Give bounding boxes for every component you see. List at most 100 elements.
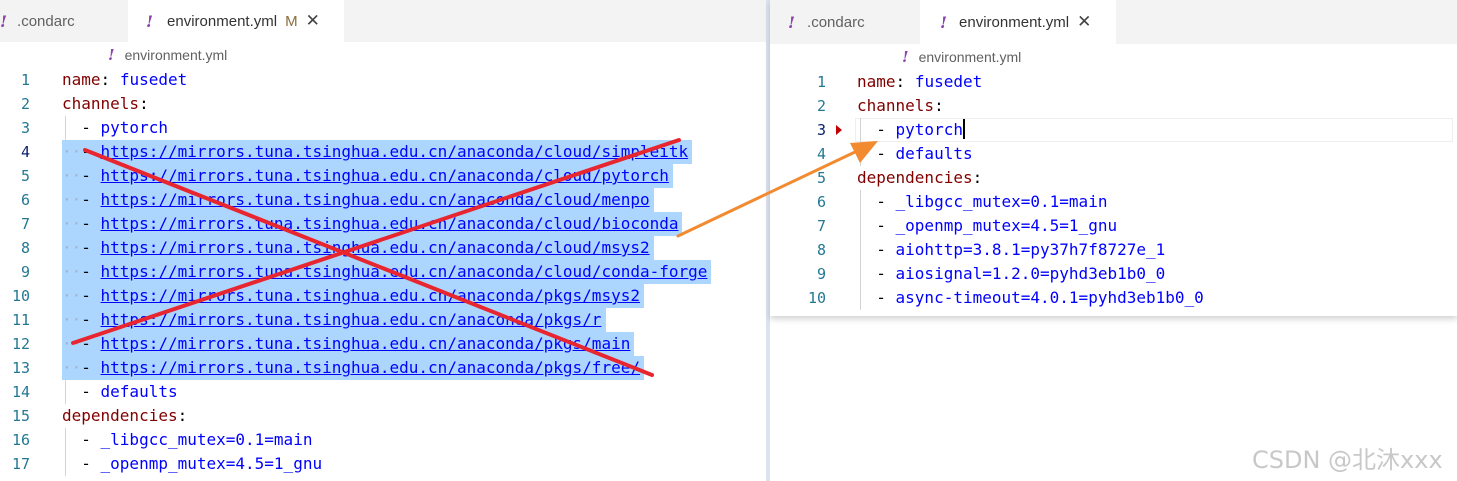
code-line[interactable]: 8 - aiohttp=3.8.1=py37h7f8727e_1 (770, 238, 1457, 262)
line-number: 11 (11, 311, 30, 329)
breakpoint-marker-icon[interactable] (836, 125, 842, 135)
code-line[interactable]: 1 name: fusedet (770, 70, 1457, 94)
code-line[interactable]: 17 - _openmp_mutex=4.5=1_gnu (0, 452, 766, 476)
tab-environment-yml[interactable]: ! environment.yml M ✕ (128, 0, 344, 42)
breadcrumb-filename: environment.yml (124, 47, 228, 63)
breadcrumb-filename: environment.yml (918, 49, 1022, 65)
line-number: 14 (11, 383, 30, 401)
tab-condarc[interactable]: ! .condarc (0, 0, 126, 42)
code-line[interactable]: 2 channels: (0, 92, 766, 116)
line-number: 3 (20, 119, 30, 137)
yaml-colon: : (972, 168, 983, 187)
code-line[interactable]: 7 - _openmp_mutex=4.5=1_gnu (770, 214, 1457, 238)
code-line[interactable]: 12 ··- https://mirrors.tuna.tsinghua.edu.… (0, 332, 766, 356)
list-dash: - (81, 334, 101, 353)
list-item-value: _libgcc_mutex=0.1=main (100, 430, 313, 449)
line-number: 6 (816, 193, 826, 211)
tab-environment-yml[interactable]: ! environment.yml ✕ (920, 0, 1116, 44)
code-line[interactable]: 8 ··- https://mirrors.tuna.tsinghua.edu.c… (0, 236, 766, 260)
list-item-value: _libgcc_mutex=0.1=main (895, 192, 1108, 211)
line-number: 17 (11, 455, 30, 473)
code-line[interactable]: 2 channels: (770, 94, 1457, 118)
close-icon[interactable]: ✕ (306, 11, 320, 31)
code-line[interactable]: 11 ··- https://mirrors.tuna.tsinghua.edu.… (0, 308, 766, 332)
watermark: CSDN @北沐xxx (1252, 446, 1443, 474)
code-line[interactable]: 9 - aiosignal=1.2.0=pyhd3eb1b0_0 (770, 262, 1457, 286)
code-line[interactable]: 7 ··- https://mirrors.tuna.tsinghua.edu.c… (0, 212, 766, 236)
yaml-key: channels (857, 96, 935, 115)
line-number: 13 (11, 359, 30, 377)
right-editor-pane: ! .condarc ! environment.yml ✕ ! environ… (770, 0, 1457, 316)
code-line[interactable]: 10 - async-timeout=4.0.1=pyhd3eb1b0_0 (770, 286, 1457, 310)
line-number: 16 (11, 431, 30, 449)
left-tab-bar: ! .condarc ! environment.yml M ✕ (0, 0, 766, 42)
code-line[interactable]: 5 dependencies: (770, 166, 1457, 190)
tab-label: environment.yml (167, 12, 278, 30)
code-line[interactable]: 3 - pytorch (770, 118, 1457, 142)
code-line[interactable]: 14 - defaults (0, 380, 766, 404)
code-line[interactable]: 10 ··- https://mirrors.tuna.tsinghua.edu.… (0, 284, 766, 308)
line-number: 15 (11, 407, 30, 425)
code-line[interactable]: 6 - _libgcc_mutex=0.1=main (770, 190, 1457, 214)
code-line[interactable]: 6 ··- https://mirrors.tuna.tsinghua.edu.c… (0, 188, 766, 212)
code-line[interactable]: 3 - pytorch (0, 116, 766, 140)
code-text: ··- https://mirrors.tuna.tsinghua.edu.cn… (62, 212, 679, 236)
whitespace-marker: ·· (62, 334, 82, 353)
yaml-colon: : (934, 96, 944, 115)
code-line[interactable]: 4 ··- https://mirrors.tuna.tsinghua.edu.c… (0, 140, 766, 164)
breadcrumb[interactable]: ! environment.yml (108, 46, 227, 64)
code-text: - _libgcc_mutex=0.1=main (857, 190, 1107, 214)
yaml-file-icon: ! (146, 11, 154, 31)
code-text: - _openmp_mutex=4.5=1_gnu (62, 452, 322, 476)
tab-condarc[interactable]: ! .condarc (770, 0, 920, 44)
code-line[interactable]: 15 dependencies: (0, 404, 766, 428)
list-dash: - (857, 144, 896, 163)
code-line[interactable]: 1 name: fusedet (0, 68, 766, 92)
code-line[interactable]: 13 ··- https://mirrors.tuna.tsinghua.edu.… (0, 356, 766, 380)
list-dash: - (857, 120, 896, 139)
left-code-editor[interactable]: 1 name: fusedet 2 channels: 3 - pytorch 4 ··- … (0, 68, 766, 481)
code-text: - async-timeout=4.0.1=pyhd3eb1b0_0 (857, 286, 1204, 310)
tab-label: environment.yml (959, 13, 1070, 31)
line-number: 12 (11, 335, 30, 353)
channel-url: https://mirrors.tuna.tsinghua.edu.cn/ana… (100, 166, 669, 185)
right-code-editor[interactable]: 1 name: fusedet 2 channels: 3 - pytorch 4 - d… (770, 70, 1457, 316)
list-item-value: pytorch (100, 118, 168, 137)
list-item-value: aiohttp=3.8.1=py37h7f8727e_1 (895, 240, 1166, 259)
code-line[interactable]: 5 ··- https://mirrors.tuna.tsinghua.edu.c… (0, 164, 766, 188)
list-dash: - (62, 382, 101, 401)
list-dash: - (62, 454, 101, 473)
line-number: 4 (20, 143, 30, 161)
code-line[interactable]: 9 ··- https://mirrors.tuna.tsinghua.edu.c… (0, 260, 766, 284)
line-number: 5 (816, 169, 826, 187)
code-line[interactable]: 4 - defaults (770, 142, 1457, 166)
code-text: - aiohttp=3.8.1=py37h7f8727e_1 (857, 238, 1165, 262)
list-dash: - (81, 190, 101, 209)
line-number: 10 (807, 289, 826, 307)
close-icon[interactable]: ✕ (1077, 12, 1091, 32)
line-number: 9 (816, 265, 826, 283)
list-dash: - (62, 430, 101, 449)
left-editor-pane: ! .condarc ! environment.yml M ✕ ! envir… (0, 0, 766, 481)
list-dash: - (81, 166, 101, 185)
list-item-value: pytorch (895, 120, 963, 139)
code-text: - pytorch (857, 118, 965, 142)
channel-url: https://mirrors.tuna.tsinghua.edu.cn/ana… (100, 142, 689, 161)
code-text: channels: (857, 94, 944, 118)
code-line[interactable]: 16 - _libgcc_mutex=0.1=main (0, 428, 766, 452)
list-item-value: _openmp_mutex=4.5=1_gnu (100, 454, 323, 473)
line-number: 10 (11, 287, 30, 305)
list-dash: - (857, 216, 896, 235)
channel-url: https://mirrors.tuna.tsinghua.edu.cn/ana… (100, 214, 679, 233)
list-item-value: defaults (895, 144, 973, 163)
channel-url: https://mirrors.tuna.tsinghua.edu.cn/ana… (100, 238, 650, 257)
code-text: dependencies: (857, 166, 982, 190)
tab-label: .condarc (17, 12, 75, 30)
line-number: 5 (20, 167, 30, 185)
breadcrumb[interactable]: ! environment.yml (902, 48, 1021, 66)
code-text: ··- https://mirrors.tuna.tsinghua.edu.cn… (62, 236, 650, 260)
tab-label: .condarc (807, 13, 865, 31)
whitespace-marker: ·· (62, 214, 82, 233)
channel-url: https://mirrors.tuna.tsinghua.edu.cn/ana… (100, 334, 631, 353)
yaml-file-icon: ! (788, 12, 796, 32)
